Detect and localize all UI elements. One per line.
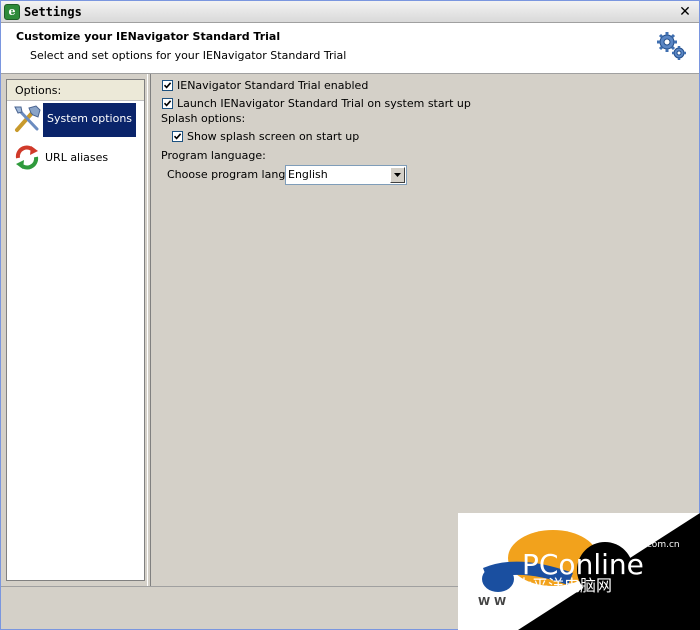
header-banner: Customize your IENavigator Standard Tria… [1, 23, 699, 74]
language-select[interactable]: English [285, 165, 407, 185]
window-title: Settings [24, 5, 82, 19]
options-list: Options: System options URL aliases [6, 79, 145, 581]
watermark-domain: .com.cn [644, 540, 680, 550]
program-language-heading: Program language: [161, 149, 266, 162]
close-button[interactable]: ✕ [677, 4, 693, 20]
gears-icon [657, 32, 686, 60]
title-bar[interactable]: e Settings ✕ [1, 1, 699, 23]
checkmark-icon [163, 82, 172, 89]
enabled-checkbox[interactable] [162, 80, 173, 91]
language-dropdown-button[interactable] [390, 167, 405, 183]
sidebar-item-url-aliases[interactable]: URL aliases [10, 140, 140, 176]
system-options-panel: IENavigator Standard Trial enabled Launc… [153, 74, 699, 586]
watermark-chinese: 太平洋电脑网 [516, 576, 612, 595]
checkmark-icon [163, 100, 172, 107]
header-title: Customize your IENavigator Standard Tria… [16, 30, 281, 43]
splash-label: Show splash screen on start up [187, 130, 360, 143]
sidebar-item-label: URL aliases [45, 151, 109, 164]
language-select-value: English [288, 168, 328, 181]
checkmark-icon [173, 133, 182, 140]
launch-checkbox[interactable] [162, 98, 173, 109]
tools-icon [14, 105, 41, 132]
splash-options-heading: Splash options: [161, 112, 246, 125]
launch-label: Launch IENavigator Standard Trial on sys… [177, 97, 471, 110]
pconline-watermark: PConline .com.cn 太平洋电脑网 W W [458, 513, 700, 630]
close-icon: ✕ [679, 4, 691, 20]
watermark-www: W W [478, 595, 506, 608]
app-icon: e [4, 4, 20, 20]
header-subtitle: Select and set options for your IENaviga… [30, 49, 347, 62]
enabled-label: IENavigator Standard Trial enabled [177, 79, 369, 92]
sidebar-item-label: System options [43, 103, 137, 137]
chevron-down-icon [394, 173, 401, 177]
splash-checkbox[interactable] [172, 131, 183, 142]
panel-splitter[interactable] [147, 74, 151, 586]
sidebar-item-system-options[interactable]: System options [10, 102, 140, 138]
refresh-arrows-icon [15, 145, 39, 170]
options-heading: Options: [7, 80, 144, 101]
